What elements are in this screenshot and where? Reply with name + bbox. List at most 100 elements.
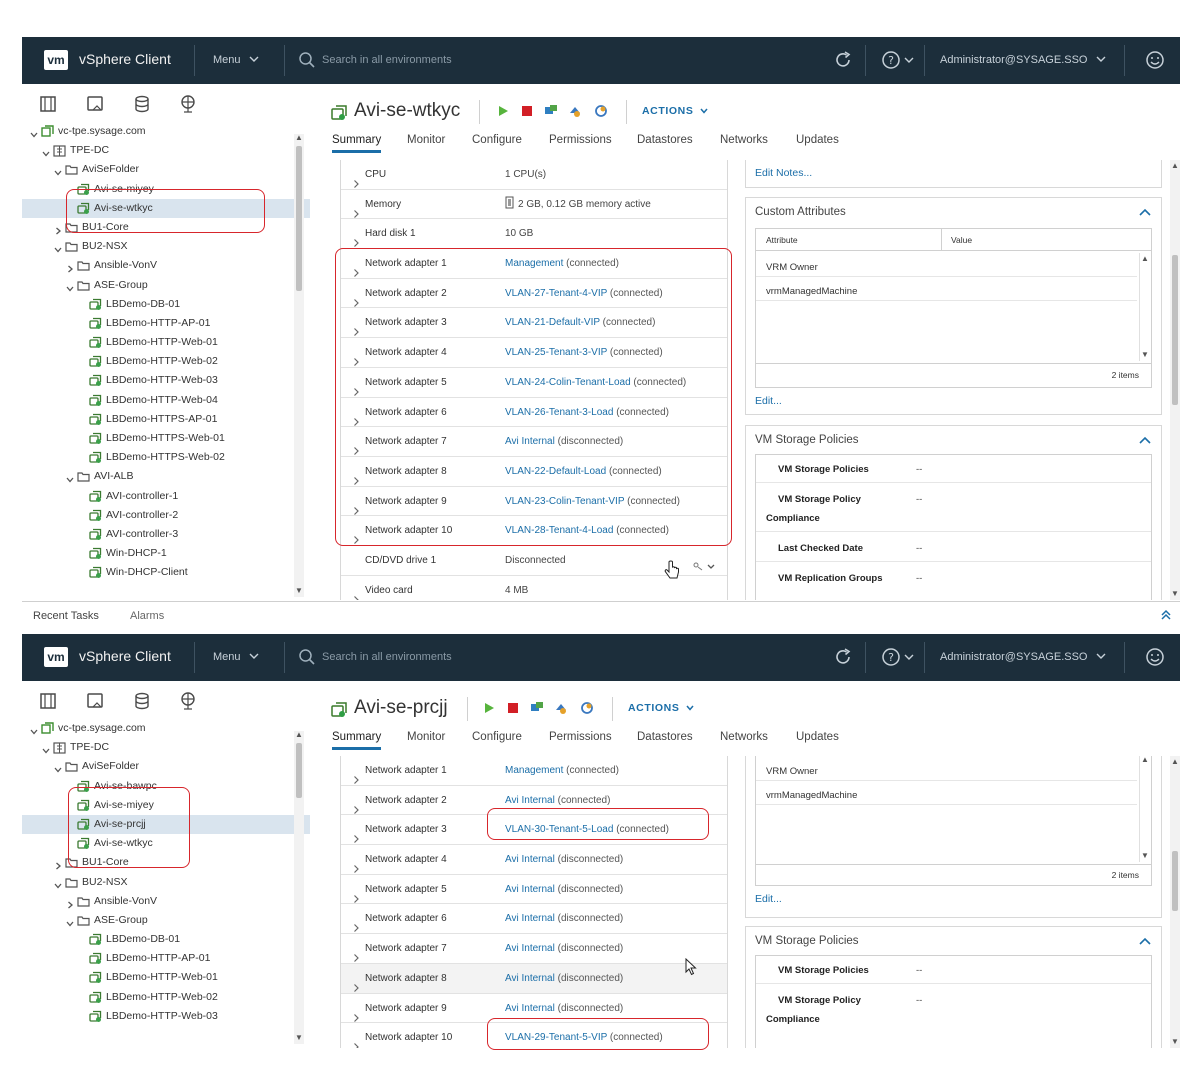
network-link[interactable]: VLAN-27-Tenant-4-VIP <box>505 288 607 299</box>
hardware-row[interactable]: Network adapter 7 Avi Internal (disconnec… <box>341 427 727 457</box>
power-on-icon[interactable] <box>482 701 496 715</box>
tree-node[interactable]: Avi-se-wtkyc <box>22 198 310 218</box>
power-on-icon[interactable] <box>496 104 510 118</box>
chevron-right-icon[interactable] <box>66 897 74 909</box>
expand-up-icon[interactable] <box>1160 609 1172 621</box>
networking-icon[interactable] <box>178 691 198 711</box>
tree-node[interactable]: Ansible-VonV <box>22 256 310 275</box>
network-link[interactable]: VLAN-26-Tenant-3-Load <box>505 407 613 418</box>
chevron-up-icon[interactable] <box>1139 208 1151 216</box>
hardware-row[interactable]: Network adapter 8 Avi Internal (disconnec… <box>341 963 727 994</box>
user-menu[interactable]: Administrator@SYSAGE.SSO <box>940 651 1106 663</box>
tree-node[interactable]: Avi-se-miyey <box>22 796 310 815</box>
summary-scrollbar[interactable] <box>731 756 741 1048</box>
power-off-icon[interactable] <box>520 104 534 118</box>
hosts-clusters-icon[interactable] <box>38 691 58 711</box>
chevron-down-icon[interactable] <box>54 242 62 253</box>
summary-scrollbar[interactable] <box>731 160 741 600</box>
tab-summary[interactable]: Summary <box>332 134 382 153</box>
tree-node[interactable]: LBDemo-HTTP-Web-04 <box>22 391 310 410</box>
hardware-row[interactable]: Network adapter 2 Avi Internal (connected… <box>341 786 727 816</box>
tab-summary[interactable]: Summary <box>332 731 382 750</box>
tree-scrollbar[interactable]: ▲ ▼ <box>294 731 304 1044</box>
power-off-icon[interactable] <box>506 701 520 715</box>
chevron-up-icon[interactable] <box>1139 937 1151 945</box>
tree-node[interactable]: LBDemo-HTTP-Web-01 <box>22 333 310 352</box>
tree-node[interactable]: vc-tpe.sysage.com <box>22 122 310 141</box>
hardware-row[interactable]: Network adapter 8 VLAN-22-Default-Load (c… <box>341 457 727 487</box>
actions-menu[interactable]: ACTIONS <box>628 702 694 714</box>
chevron-right-icon[interactable] <box>353 349 360 367</box>
hardware-row[interactable]: Network adapter 10 VLAN-29-Tenant-5-VIP (… <box>341 1023 727 1048</box>
tree-node[interactable]: AVI-controller-2 <box>22 506 310 525</box>
tab-monitor[interactable]: Monitor <box>407 731 445 743</box>
hardware-row[interactable]: Network adapter 1 Management (connected) <box>341 756 727 786</box>
tree-node[interactable]: ASE-Group <box>22 276 310 295</box>
smiley-feedback-icon[interactable] <box>1144 646 1166 668</box>
chevron-right-icon[interactable] <box>353 498 360 515</box>
tree-node[interactable]: LBDemo-HTTP-Web-03 <box>22 1007 310 1026</box>
tab-permissions[interactable]: Permissions <box>549 134 612 146</box>
edit-attributes-link[interactable]: Edit... <box>755 395 782 407</box>
hardware-row[interactable]: Network adapter 7 Avi Internal (disconnec… <box>341 934 727 964</box>
edit-notes-link[interactable]: Edit Notes... <box>755 167 812 179</box>
tree-node[interactable]: LBDemo-HTTPS-Web-01 <box>22 429 310 448</box>
hardware-row[interactable]: Network adapter 5 VLAN-24-Colin-Tenant-Lo… <box>341 368 727 398</box>
tree-node[interactable]: BU1-Core <box>22 853 310 872</box>
right-scrollbar[interactable]: ▲ ▼ <box>1170 160 1180 600</box>
console-icon[interactable] <box>530 701 544 715</box>
snapshot-icon[interactable] <box>580 701 594 715</box>
tree-node[interactable]: AVI-controller-1 <box>22 487 310 506</box>
hardware-row[interactable]: Network adapter 3 VLAN-30-Tenant-5-Load (… <box>341 815 727 846</box>
tree-node[interactable]: Ansible-VonV <box>22 892 310 911</box>
tree-node[interactable]: AVI-ALB <box>22 467 310 486</box>
tab-datastores[interactable]: Datastores <box>637 731 693 743</box>
chevron-down-icon[interactable] <box>42 743 50 754</box>
tree-node[interactable]: LBDemo-DB-01 <box>22 295 310 314</box>
grid-scrollbar[interactable]: ▲ ▼ <box>1139 253 1149 361</box>
tab-configure[interactable]: Configure <box>472 134 522 146</box>
tab-updates[interactable]: Updates <box>796 731 839 743</box>
chevron-right-icon[interactable] <box>353 886 360 903</box>
search-input[interactable]: Search in all environments <box>322 54 452 66</box>
tree-node[interactable]: ASE-Group <box>22 911 310 930</box>
snapshot-icon[interactable] <box>594 104 608 118</box>
chevron-right-icon[interactable] <box>353 975 360 992</box>
network-link[interactable]: VLAN-21-Default-VIP <box>505 317 600 328</box>
chevron-right-icon[interactable] <box>54 223 62 235</box>
chevron-down-icon[interactable] <box>30 127 38 138</box>
network-link[interactable]: Avi Internal <box>505 854 555 865</box>
network-link[interactable]: VLAN-30-Tenant-5-Load <box>505 824 613 835</box>
tree-node[interactable]: AviSeFolder <box>22 160 310 179</box>
smiley-feedback-icon[interactable] <box>1144 49 1166 71</box>
tree-node[interactable]: LBDemo-HTTPS-AP-01 <box>22 410 310 429</box>
network-link[interactable]: VLAN-22-Default-Load <box>505 466 606 477</box>
tree-node[interactable]: LBDemo-HTTP-Web-02 <box>22 352 310 371</box>
console-icon[interactable] <box>544 104 558 118</box>
hardware-row[interactable]: CPU 1 CPU(s) <box>341 160 727 190</box>
chevron-up-icon[interactable] <box>1139 436 1151 444</box>
network-link[interactable]: Avi Internal <box>505 1003 555 1014</box>
hardware-row[interactable]: Network adapter 2 VLAN-27-Tenant-4-VIP (c… <box>341 279 727 309</box>
chevron-right-icon[interactable] <box>66 261 74 273</box>
tree-node[interactable]: vc-tpe.sysage.com <box>22 719 310 738</box>
tab-datastores[interactable]: Datastores <box>637 134 693 146</box>
chevron-down-icon[interactable] <box>66 472 74 483</box>
chevron-right-icon[interactable] <box>353 230 360 248</box>
tree-node[interactable]: LBDemo-HTTP-Web-02 <box>22 988 310 1007</box>
hardware-row[interactable]: Memory 2 GB, 0.12 GB memory active <box>341 190 727 220</box>
network-link[interactable]: Avi Internal <box>505 943 555 954</box>
chevron-right-icon[interactable] <box>353 527 360 545</box>
right-scrollbar[interactable]: ▲ ▼ <box>1170 756 1180 1048</box>
chevron-down-icon[interactable] <box>66 916 74 927</box>
network-link[interactable]: VLAN-25-Tenant-3-VIP <box>505 347 607 358</box>
tree-node[interactable]: LBDemo-HTTP-Web-01 <box>22 968 310 987</box>
network-link[interactable]: VLAN-28-Tenant-4-Load <box>505 525 613 536</box>
actions-menu[interactable]: ACTIONS <box>642 105 708 117</box>
chevron-right-icon[interactable] <box>353 856 360 873</box>
chevron-down-icon[interactable] <box>54 762 62 773</box>
network-link[interactable]: Management <box>505 258 563 269</box>
hardware-row[interactable]: Hard disk 1 10 GB <box>341 219 727 250</box>
tree-node[interactable]: Avi-se-bawpc <box>22 777 310 796</box>
storage-icon[interactable] <box>132 691 152 711</box>
